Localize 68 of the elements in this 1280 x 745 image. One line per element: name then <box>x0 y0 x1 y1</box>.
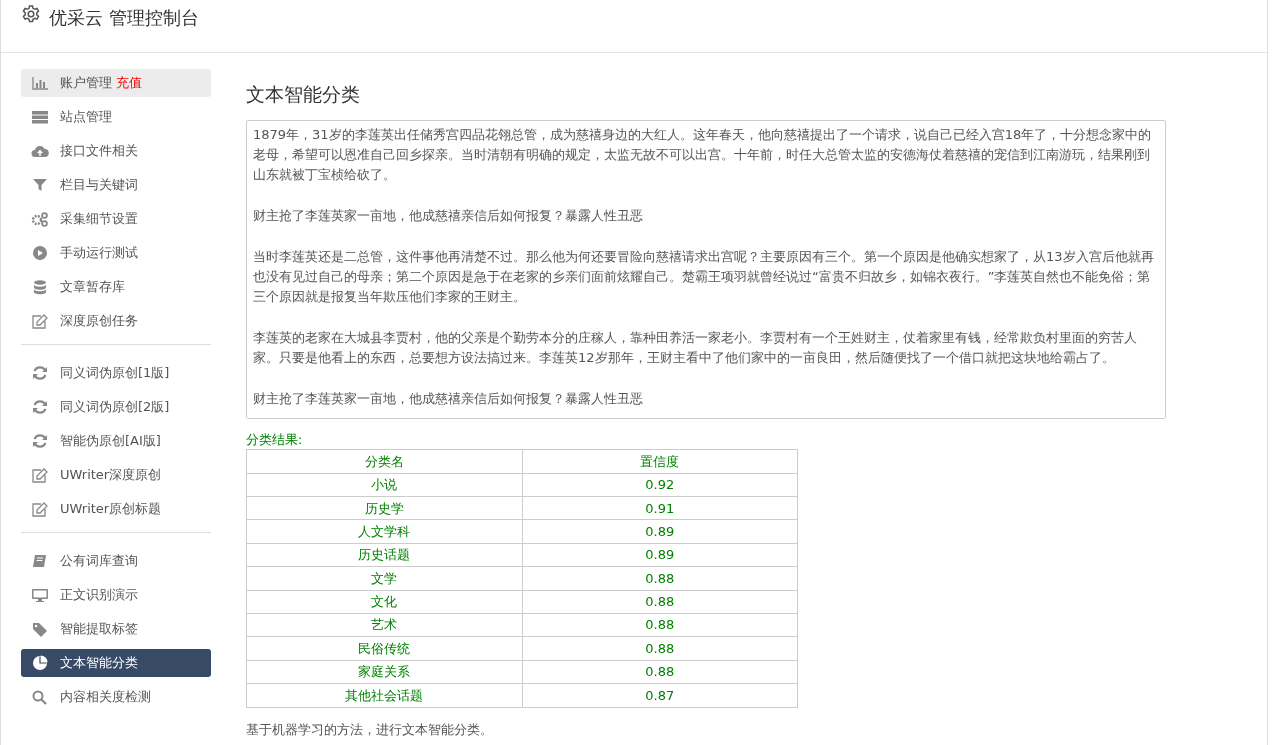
play-icon <box>31 245 49 261</box>
paragraph-text: 1879年，31岁的李莲英出任储秀宫四品花翎总管，成为慈禧身边的大红人。这年春天，他向慈禧提出了一个请求，说自己已经入宫18年了，十分想念家中的老母，希望可以恩准自己回乡探亲。当时清朝有明确的规定，太监无故不可以出宫。十年前，时任大总管太监的安德海仗着慈禧的宠信到江南游玩，结果刚到山东就被丁宝桢给砍了。 <box>253 125 1153 185</box>
edit-icon <box>31 313 49 329</box>
book-icon <box>31 553 49 569</box>
table-cell: 0.87 <box>522 683 798 708</box>
sidebar-item[interactable]: 站点管理 <box>21 103 211 131</box>
sidebar-item[interactable]: 账户管理 充值 <box>21 69 211 97</box>
table-cell: 0.89 <box>522 543 798 567</box>
console-title: 优采云 管理控制台 <box>49 6 199 30</box>
edit-icon <box>31 501 49 517</box>
table-cell: 0.88 <box>522 566 798 591</box>
cloud-upload-icon <box>31 143 49 159</box>
page-title: 文本智能分类 <box>246 83 361 106</box>
paragraph-text: 当时李莲英还是二总管，这件事他再清楚不过。那么他为何还要冒险向慈禧请求出宫呢？主要原因有三个。第一个原因是他确实想家了，从13岁入宫后他就再也没有见过自己的母亲；第二个原因是急于在老家的乡亲们面前炫耀自己。楚霸王项羽就曾经说过“富贵不归故乡，如锦衣夜行。”李莲英自然也不能免俗；第三个原因就是报复当年欺压他们李家的王财主。 <box>253 247 1155 307</box>
table-cell: 文化 <box>246 590 522 614</box>
table-cell: 小说 <box>246 473 522 497</box>
text-input-field[interactable] <box>246 119 1166 419</box>
sidebar-item[interactable]: 深度原创任务 <box>21 307 211 335</box>
description-text: 基于机器学习的方法，进行文本智能分类。 <box>246 720 494 739</box>
sidebar-item[interactable]: 公有词库查询 <box>21 547 211 575</box>
sidebar-item[interactable]: 智能提取标签 <box>21 615 211 643</box>
table-cell: 其他社会话题 <box>246 683 522 708</box>
monitor-icon <box>31 587 49 603</box>
sidebar-item[interactable]: UWriter深度原创 <box>21 461 211 489</box>
sidebar-item[interactable]: 采集细节设置 <box>21 205 211 233</box>
paragraph-text: 财主抢了李莲英家一亩地，他成慈禧亲信后如何报复？暴露人性丑恶 <box>253 389 644 408</box>
bar-chart-icon <box>31 75 49 91</box>
refresh-icon <box>31 399 49 415</box>
table-cell: 0.88 <box>522 660 798 684</box>
tag-icon <box>31 621 49 637</box>
sidebar-item[interactable]: 手动运行测试 <box>21 239 211 267</box>
column-header: 分类名 <box>246 449 522 474</box>
search-icon <box>31 689 49 705</box>
table-cell: 艺术 <box>246 613 522 637</box>
refresh-icon <box>31 433 49 449</box>
sidebar-item[interactable]: UWriter原创标题 <box>21 495 211 523</box>
table-cell: 0.88 <box>522 590 798 614</box>
column-header: 置信度 <box>522 449 798 474</box>
table-cell: 0.88 <box>522 636 798 661</box>
sidebar-item[interactable]: 同义词伪原创[1版] <box>21 359 211 387</box>
edit-icon <box>31 467 49 483</box>
sidebar-item[interactable]: 智能伪原创[AI版] <box>21 427 211 455</box>
paragraph-text: 财主抢了李莲英家一亩地，他成慈禧亲信后如何报复？暴露人性丑恶 <box>253 207 644 225</box>
table-cell: 0.91 <box>522 496 798 520</box>
refresh-icon <box>31 365 49 381</box>
table-cell: 历史话题 <box>246 543 522 567</box>
server-icon <box>31 109 49 125</box>
sidebar-item[interactable]: 正文识别演示 <box>21 581 211 609</box>
sidebar-item[interactable]: 内容相关度检测 <box>21 683 211 711</box>
filter-icon <box>31 177 49 193</box>
sidebar-item[interactable]: 接口文件相关 <box>21 137 211 165</box>
result-label: 分类结果: <box>246 430 304 449</box>
sidebar-item[interactable]: 文本智能分类 <box>21 649 211 677</box>
paragraph-text: 李莲英的老家在大城县李贾村，他的父亲是个勤劳本分的庄稼人，靠种田养活一家老小。李贾村有一个王姓财主，仗着家里有钱，经常欺负村里面的穷苦人家。只要是他看上的东西，总要想方设法搞过来。李莲英12岁那年，王财主看中了他们家中的一亩良田，然后随便找了一个借口就把这块地给霸占了。 <box>253 328 1138 368</box>
table-cell: 0.89 <box>522 519 798 544</box>
sidebar-item[interactable]: 文章暂存库 <box>21 273 211 301</box>
table-cell: 家庭关系 <box>246 660 522 684</box>
table-cell: 0.92 <box>522 473 798 497</box>
database-icon <box>31 279 49 295</box>
table-cell: 民俗传统 <box>246 636 522 661</box>
pie-chart-icon <box>31 655 49 671</box>
settings-icon <box>21 4 41 24</box>
table-cell: 人文学科 <box>246 519 522 544</box>
table-cell: 0.88 <box>522 613 798 637</box>
sidebar-item[interactable]: 栏目与关键词 <box>21 171 211 199</box>
table-cell: 历史学 <box>246 496 522 520</box>
sidebar-item[interactable]: 同义词伪原创[2版] <box>21 393 211 421</box>
table-cell: 文学 <box>246 566 522 591</box>
